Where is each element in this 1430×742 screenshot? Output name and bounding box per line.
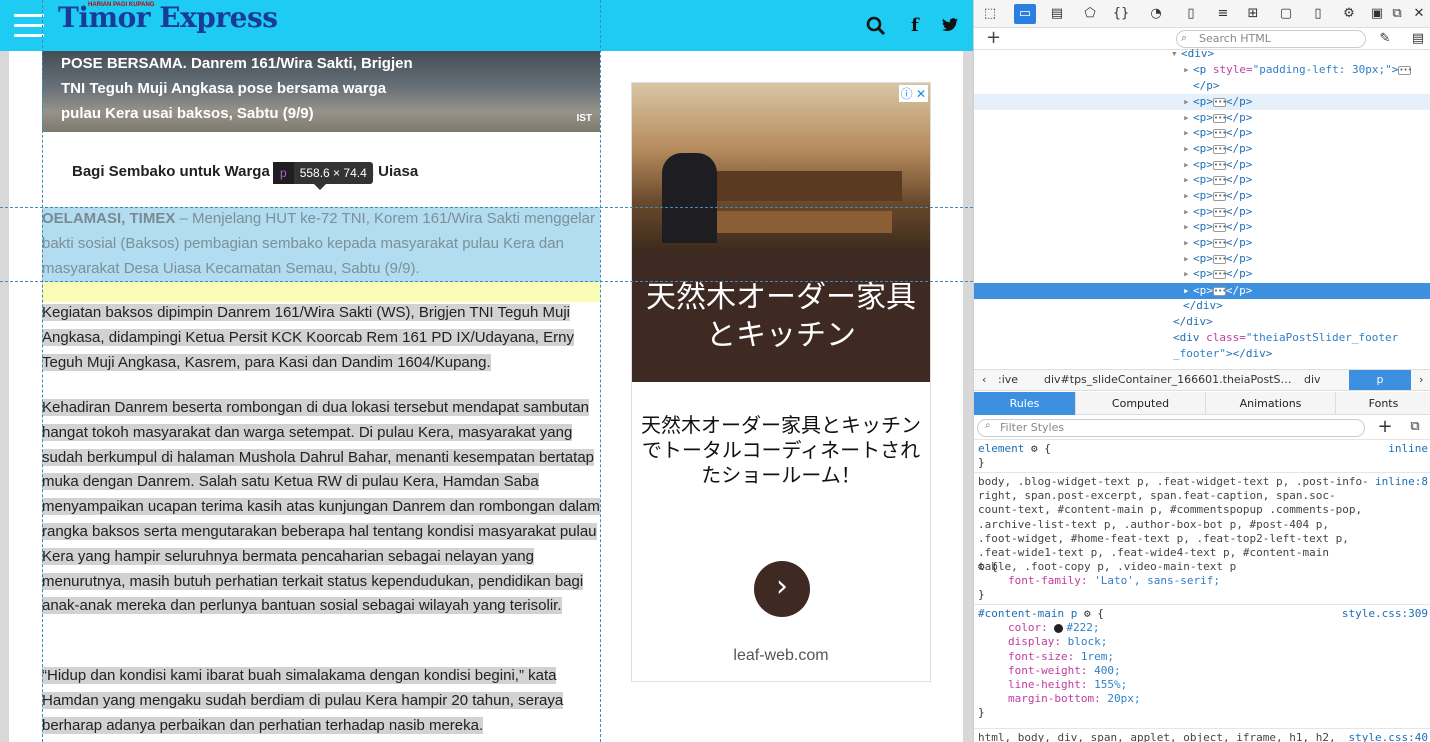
ad-description[interactable]: 天然木オーダー家具とキッチンでトータルコーディネートされたショールーム！ — [632, 413, 930, 488]
tree-node[interactable]: ▸ <p>•••</p> — [974, 204, 1430, 220]
tab-animations[interactable]: Animations — [1206, 392, 1336, 415]
close-icon[interactable]: ✕ — [1408, 4, 1430, 24]
filter-styles-input[interactable]: Filter Styles — [977, 419, 1365, 437]
style-editor-icon[interactable]: {} — [1110, 4, 1132, 24]
layout-icon[interactable]: ▢ — [1275, 4, 1297, 24]
rule-source[interactable]: inline — [1388, 442, 1428, 456]
network-icon[interactable]: ≡ — [1212, 4, 1234, 24]
ad-arrow-button[interactable]: › — [754, 561, 810, 617]
breadcrumb-item[interactable]: :ive — [998, 370, 1018, 390]
add-rule-icon[interactable]: + — [1374, 417, 1396, 437]
tree-node[interactable]: </div> — [974, 298, 1430, 314]
filter-row: ⌕ Filter Styles + ⧉ — [974, 416, 1430, 440]
rule-source[interactable]: style.css:40 — [1349, 731, 1428, 742]
tree-node[interactable]: ▸ <p>•••</p> — [974, 172, 1430, 188]
facebook-icon[interactable]: f — [911, 16, 919, 36]
search-icon[interactable] — [866, 16, 886, 40]
tree-node[interactable]: ▸ <p style="padding-left: 30px;">••• — [974, 62, 1430, 78]
right-gutter — [963, 0, 973, 742]
tree-node[interactable]: </p> — [974, 78, 1430, 94]
devtools-toolbar: ⬚ ▭ ▤ ⬠ {} ◔ ▯ ≡ ⊞ ▢ ▯ ⚙ ▣ ⧉ ✕ — [974, 0, 1430, 28]
add-node-icon[interactable]: + — [986, 28, 1001, 48]
guide-line-top — [0, 207, 973, 208]
tree-node[interactable]: ▸ <p>•••</p> — [974, 110, 1430, 126]
infobar-size: 558.6 × 74.4 — [299, 166, 367, 180]
article-photo: POSE BERSAMA. Danrem 161/Wira Sakti, Bri… — [42, 51, 600, 132]
paragraph-4: “Hidup dan kondisi kami ibarat buah sima… — [42, 667, 564, 734]
guide-line-left — [42, 0, 43, 742]
popout-icon[interactable]: ⧉ — [1386, 4, 1408, 24]
ad-headline[interactable]: 天然木オーダー家具とキッチン — [632, 252, 930, 382]
left-gutter — [0, 0, 9, 742]
color-swatch[interactable] — [1054, 623, 1064, 633]
twitter-icon[interactable] — [942, 16, 958, 36]
inspector-tab-icon[interactable]: ▭ — [1014, 4, 1036, 24]
dock-icon[interactable]: ▣ — [1366, 4, 1388, 24]
ad-domain[interactable]: leaf-web.com — [632, 647, 930, 665]
tree-node[interactable]: ▸ <p>•••</p> — [974, 188, 1430, 204]
tab-rules[interactable]: Rules — [974, 392, 1076, 415]
logo-tagline: HARIAN PAGI KUPANG — [88, 2, 155, 8]
rule-content-main-p[interactable]: #content-main p ⚙ { color: #222; display… — [978, 607, 1428, 721]
rule-element[interactable]: element ⚙ { } — [978, 442, 1428, 470]
tree-node[interactable]: ▸ <p>•••</p> — [974, 157, 1430, 173]
breadcrumb-scroll-right[interactable]: › — [1419, 370, 1423, 390]
markup-tree[interactable]: ▾ <div> ▸ <p style="padding-left: 30px;">•… — [974, 47, 1430, 368]
inspector-infobar: p 558.6 × 74.4 — [273, 162, 373, 190]
dateline: OELAMASI, TIMEX — [42, 210, 176, 227]
storage-icon[interactable]: ⊞ — [1242, 4, 1264, 24]
memory-icon[interactable]: ▯ — [1180, 4, 1202, 24]
advertisement[interactable]: ⓘ ✕ 天然木オーダー家具とキッチン 天然木オーダー家具とキッチンでトータルコー… — [631, 82, 931, 682]
pseudo-class-icon[interactable]: ⧉ — [1404, 417, 1426, 437]
tree-node[interactable]: ▸ <p>•••</p> — [974, 251, 1430, 267]
tree-node[interactable]: ▾ <div> — [974, 46, 1430, 62]
site-header: Timor Express HARIAN PAGI KUPANG f — [0, 0, 973, 51]
breadcrumb-item-active[interactable]: p — [1349, 370, 1411, 390]
paragraph-3: Kehadiran Danrem beserta rombongan di du… — [42, 399, 600, 615]
website-viewport: POSE BERSAMA. Danrem 161/Wira Sakti, Bri… — [0, 0, 973, 742]
tree-node[interactable]: ▸ <p>•••</p> — [974, 235, 1430, 251]
photo-credit: IST — [576, 113, 592, 124]
tab-computed[interactable]: Computed — [1076, 392, 1206, 415]
breadcrumb-item[interactable]: div#tps_slideContainer_166601.theiaPostS… — [1044, 370, 1291, 390]
performance-icon[interactable]: ◔ — [1145, 4, 1167, 24]
paragraph-2: Kegiatan baksos dipimpin Danrem 161/Wira… — [42, 304, 574, 371]
hamburger-icon[interactable] — [14, 14, 44, 38]
rule-declarations[interactable]: ⚙ { font-family: 'Lato', sans-serif; } — [978, 560, 1428, 603]
inspector-highlight-margin — [42, 282, 600, 302]
guide-line-right — [600, 0, 601, 742]
breadcrumb-item[interactable]: div — [1304, 370, 1321, 390]
breadcrumb-scroll-left[interactable]: ‹ — [982, 370, 986, 390]
ad-image[interactable] — [632, 83, 930, 252]
tree-node[interactable]: ▸ <p>•••</p> — [974, 266, 1430, 282]
tree-node[interactable]: </div> — [974, 314, 1430, 330]
settings-icon[interactable]: ⚙ — [1338, 4, 1360, 24]
guide-line-bottom — [0, 281, 973, 282]
infobar-tag: p — [273, 162, 294, 184]
debugger-icon[interactable]: ⬠ — [1079, 4, 1101, 24]
pick-element-icon[interactable]: ⬚ — [979, 4, 1001, 24]
devtools-panel: ⬚ ▭ ▤ ⬠ {} ◔ ▯ ≡ ⊞ ▢ ▯ ⚙ ▣ ⧉ ✕ + ⌕ Searc… — [973, 0, 1430, 742]
ad-choices-icon[interactable]: ⓘ ✕ — [898, 85, 928, 102]
console-icon[interactable]: ▤ — [1046, 4, 1068, 24]
tree-node[interactable]: ▸ <p>•••</p> — [974, 125, 1430, 141]
tab-fonts[interactable]: Fonts — [1336, 392, 1430, 415]
sidebar-tabs: Rules Computed Animations Fonts — [974, 392, 1430, 415]
tree-node[interactable]: ▸ <p>•••</p> — [974, 219, 1430, 235]
rule-reset[interactable]: html, body, div, span, applet, object, i… — [978, 731, 1348, 742]
breadcrumbs: ‹ :ive div#tps_slideContainer_166601.the… — [974, 369, 1430, 391]
tree-node[interactable]: ▸ <p>•••</p> — [974, 141, 1430, 157]
tree-node[interactable]: <div class="theiaPostSlider_footer _foot… — [974, 330, 1414, 362]
rule-source[interactable]: style.css:309 — [1342, 607, 1428, 621]
photo-caption: POSE BERSAMA. Danrem 161/Wira Sakti, Bri… — [61, 55, 413, 122]
tree-node-selected[interactable]: ▸ <p>•••</p> — [974, 283, 1430, 299]
lead-paragraph: OELAMASI, TIMEX – Menjelang HUT ke-72 TN… — [42, 207, 602, 281]
tree-node[interactable]: ▸ <p>•••</p> — [974, 94, 1430, 110]
screenshot-icon[interactable]: ▯ — [1307, 4, 1329, 24]
rule-source[interactable]: inline:8 — [1375, 475, 1428, 489]
rules-view[interactable]: element ⚙ { } inline body, .blog-widget-… — [974, 440, 1430, 742]
